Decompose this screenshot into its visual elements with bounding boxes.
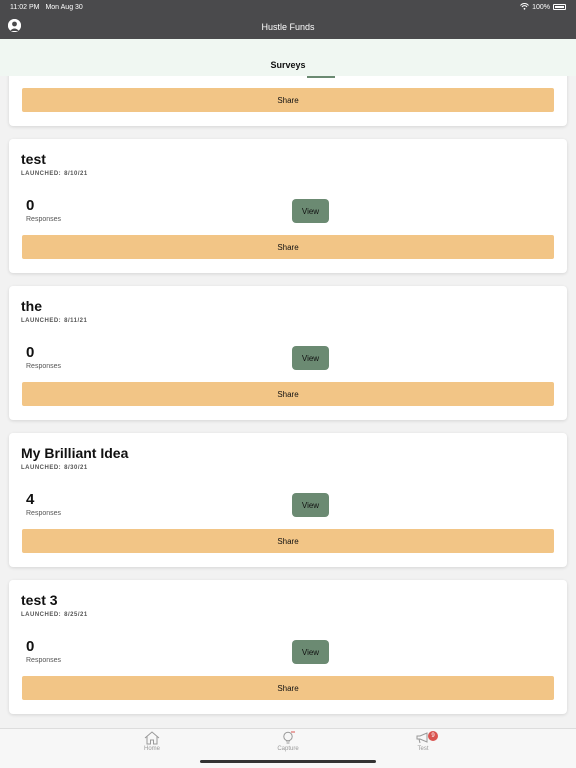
- tab-capture[interactable]: Capture: [258, 731, 318, 752]
- view-button[interactable]: View: [292, 493, 329, 517]
- survey-card: My Brilliant Idea LAUNCHED: 8/30/21 4 Res…: [9, 433, 567, 567]
- status-bar: 11:02 PM Mon Aug 30 100%: [0, 0, 576, 14]
- view-button[interactable]: View: [292, 640, 329, 664]
- launched-date: LAUNCHED: 8/30/21: [21, 465, 88, 471]
- response-count: 0: [26, 638, 35, 655]
- survey-card: test LAUNCHED: 8/10/21 0 Responses View S…: [9, 139, 567, 273]
- battery-icon: [553, 4, 566, 10]
- view-button[interactable]: View: [292, 346, 329, 370]
- surveys-header: Surveys: [0, 39, 576, 76]
- share-button[interactable]: Share: [22, 529, 554, 553]
- response-count: 0: [26, 344, 35, 361]
- survey-title: test: [21, 151, 46, 167]
- nav-bar: Hustle Funds: [0, 14, 576, 39]
- avatar-icon[interactable]: [8, 19, 21, 32]
- page-title: Surveys: [270, 60, 306, 70]
- share-button[interactable]: Share: [22, 382, 554, 406]
- battery-percent: 100%: [532, 3, 550, 11]
- lightbulb-icon: [283, 731, 295, 744]
- survey-title: test 3: [21, 592, 58, 608]
- wifi-icon: [520, 2, 529, 12]
- tab-label: Capture: [277, 746, 299, 752]
- response-count: 4: [26, 491, 35, 508]
- tab-label: Home: [143, 746, 160, 752]
- responses-label: Responses: [26, 363, 62, 370]
- survey-title: the: [21, 298, 42, 314]
- home-icon: [144, 731, 160, 745]
- tab-label: Test: [417, 746, 429, 752]
- survey-card: Share: [9, 76, 567, 126]
- response-count: 0: [26, 197, 35, 214]
- view-button-partial[interactable]: [307, 76, 335, 78]
- responses-label: Responses: [26, 657, 62, 664]
- launched-date: LAUNCHED: 8/11/21: [21, 318, 88, 324]
- status-date: Mon Aug 30: [45, 3, 83, 11]
- share-button[interactable]: Share: [22, 676, 554, 700]
- share-button[interactable]: Share: [22, 88, 554, 112]
- responses-label: Responses: [26, 216, 62, 223]
- tab-test[interactable]: Test 9: [393, 731, 453, 752]
- survey-card: test 3 LAUNCHED: 8/25/21 0 Responses View…: [9, 580, 567, 714]
- survey-title: My Brilliant Idea: [21, 445, 129, 461]
- responses-label: Responses: [26, 510, 62, 517]
- notification-badge: 9: [428, 731, 438, 741]
- view-button[interactable]: View: [292, 199, 329, 223]
- launched-date: LAUNCHED: 8/10/21: [21, 171, 88, 177]
- tab-home[interactable]: Home: [122, 731, 182, 752]
- survey-list[interactable]: Share test LAUNCHED: 8/10/21 0 Responses …: [0, 76, 576, 728]
- survey-card: the LAUNCHED: 8/11/21 0 Responses View Sh…: [9, 286, 567, 420]
- home-indicator: [200, 760, 376, 763]
- share-button[interactable]: Share: [22, 235, 554, 259]
- app-title: Hustle Funds: [261, 21, 315, 32]
- status-time: 11:02 PM: [10, 3, 40, 11]
- launched-date: LAUNCHED: 8/25/21: [21, 612, 88, 618]
